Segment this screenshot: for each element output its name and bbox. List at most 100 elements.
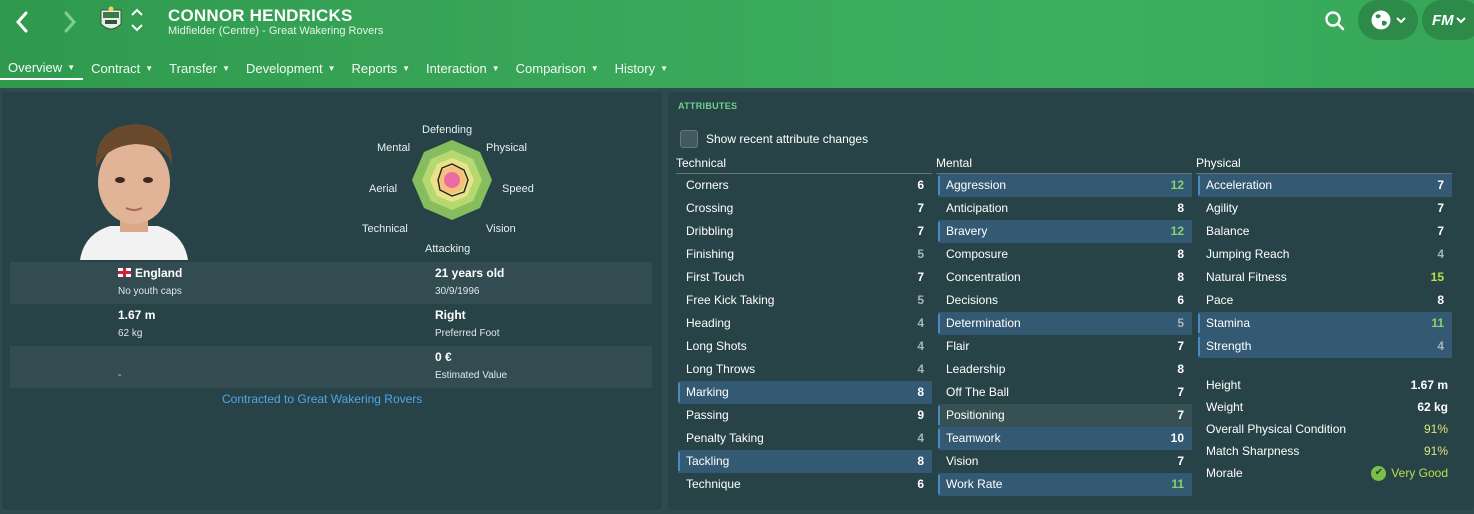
radar-label-speed: Speed <box>502 183 534 195</box>
attribute-row-heading[interactable]: Heading 4 <box>678 312 932 335</box>
attribute-name: Tackling <box>686 454 730 468</box>
attribute-name: Crossing <box>686 201 734 215</box>
attribute-value: 15 <box>1430 270 1444 284</box>
attribute-row-decisions[interactable]: Decisions 6 <box>938 289 1192 312</box>
show-changes-checkbox[interactable] <box>680 130 698 148</box>
attribute-row-tackling[interactable]: Tackling 8 <box>678 450 932 473</box>
attribute-row-corners[interactable]: Corners 6 <box>678 174 932 197</box>
attribute-value: 10 <box>1170 431 1184 445</box>
morale-value[interactable]: ✔ Very Good <box>1371 462 1448 484</box>
attribute-row-determination[interactable]: Determination 5 <box>938 312 1192 335</box>
contract-link[interactable]: Contracted to Great Wakering Rovers <box>222 392 422 406</box>
attribute-row-stamina[interactable]: Stamina 11 <box>1198 312 1452 335</box>
chevron-down-icon: ▼ <box>222 64 231 73</box>
tab-development[interactable]: Development ▼ <box>238 56 344 80</box>
stat-name: Weight <box>1206 400 1244 414</box>
attribute-name: Work Rate <box>946 477 1003 491</box>
attribute-row-off-the-ball[interactable]: Off The Ball 7 <box>938 381 1192 404</box>
tab-contract[interactable]: Contract ▼ <box>83 56 161 80</box>
attribute-row-leadership[interactable]: Leadership 8 <box>938 358 1192 381</box>
tab-reports[interactable]: Reports ▼ <box>344 56 418 80</box>
player-profile-screen: CONNOR HENDRICKS Midfielder (Centre) - G… <box>0 0 1474 514</box>
attribute-name: Concentration <box>946 270 1021 284</box>
chevron-down-icon: ▼ <box>402 64 410 73</box>
search-icon[interactable] <box>1322 8 1348 34</box>
attribute-value: 6 <box>917 178 924 192</box>
crest-switch-icon[interactable] <box>130 6 144 34</box>
attribute-value: 5 <box>917 293 924 307</box>
attribute-row-passing[interactable]: Passing 9 <box>678 404 932 427</box>
stat-value: 62 kg <box>1417 400 1448 414</box>
chevron-down-icon: ▼ <box>660 64 669 73</box>
club-crest-icon[interactable] <box>98 6 124 36</box>
stat-row-morale: Morale ✔ Very Good <box>1198 462 1448 484</box>
attribute-name: Off The Ball <box>946 385 1009 399</box>
attribute-row-agility[interactable]: Agility 7 <box>1198 197 1452 220</box>
tab-transfer[interactable]: Transfer ▼ <box>161 56 238 80</box>
show-changes-toggle[interactable]: Show recent attribute changes <box>680 130 868 148</box>
attribute-row-anticipation[interactable]: Anticipation 8 <box>938 197 1192 220</box>
attribute-row-work-rate[interactable]: Work Rate 11 <box>938 473 1192 496</box>
attribute-value: 8 <box>1177 247 1184 261</box>
attribute-row-first-touch[interactable]: First Touch 7 <box>678 266 932 289</box>
attribute-row-aggression[interactable]: Aggression 12 <box>938 174 1192 197</box>
tab-interaction[interactable]: Interaction ▼ <box>418 56 508 80</box>
attribute-row-strength[interactable]: Strength 4 <box>1198 335 1452 358</box>
info-row-height: 1.67 m 62 kg Right Preferred Foot <box>10 304 652 346</box>
stat-row-match-sharpness: Match Sharpness 91% <box>1198 440 1448 462</box>
attribute-row-teamwork[interactable]: Teamwork 10 <box>938 427 1192 450</box>
stat-name: Morale <box>1206 466 1243 480</box>
attribute-row-pace[interactable]: Pace 8 <box>1198 289 1452 312</box>
attribute-row-balance[interactable]: Balance 7 <box>1198 220 1452 243</box>
attribute-row-crossing[interactable]: Crossing 7 <box>678 197 932 220</box>
tab-history[interactable]: History ▼ <box>607 56 676 80</box>
attribute-row-penalty-taking[interactable]: Penalty Taking 4 <box>678 427 932 450</box>
attribute-row-marking[interactable]: Marking 8 <box>678 381 932 404</box>
attribute-row-concentration[interactable]: Concentration 8 <box>938 266 1192 289</box>
attribute-radar-chart[interactable]: Defending Physical Speed Vision Attackin… <box>352 120 552 260</box>
attribute-value: 7 <box>1437 224 1444 238</box>
tab-overview[interactable]: Overview ▼ <box>0 56 84 80</box>
attribute-row-vision[interactable]: Vision 7 <box>938 450 1192 473</box>
empty-value: - <box>118 370 122 381</box>
mental-heading: Mental <box>936 154 1192 174</box>
attribute-row-natural-fitness[interactable]: Natural Fitness 15 <box>1198 266 1452 289</box>
forward-icon[interactable] <box>56 8 84 36</box>
attribute-name: Balance <box>1206 224 1250 238</box>
fm-menu-button[interactable]: FM <box>1422 0 1474 40</box>
attribute-name: Strength <box>1206 339 1252 353</box>
england-flag-icon <box>118 268 131 278</box>
attribute-name: Finishing <box>686 247 735 261</box>
attribute-row-composure[interactable]: Composure 8 <box>938 243 1192 266</box>
attribute-row-long-shots[interactable]: Long Shots 4 <box>678 335 932 358</box>
attribute-row-technique[interactable]: Technique 6 <box>678 473 932 496</box>
attribute-value: 7 <box>1437 201 1444 215</box>
attribute-row-flair[interactable]: Flair 7 <box>938 335 1192 358</box>
attribute-name: Teamwork <box>946 431 1001 445</box>
tab-label: History <box>614 60 656 76</box>
attribute-row-bravery[interactable]: Bravery 12 <box>938 220 1192 243</box>
attribute-name: Aggression <box>946 178 1007 192</box>
attribute-value: 8 <box>1177 270 1184 284</box>
attribute-name: Agility <box>1206 201 1239 215</box>
attribute-row-dribbling[interactable]: Dribbling 7 <box>678 220 932 243</box>
attribute-value: 4 <box>917 431 924 445</box>
attribute-row-finishing[interactable]: Finishing 5 <box>678 243 932 266</box>
chevron-down-icon <box>1396 17 1406 24</box>
radar-label-technical: Technical <box>362 223 408 235</box>
player-overview-panel: Defending Physical Speed Vision Attackin… <box>2 92 662 510</box>
back-icon[interactable] <box>8 8 36 36</box>
globe-button[interactable] <box>1358 0 1418 40</box>
nationality[interactable]: England <box>118 266 182 280</box>
attribute-name: Technique <box>686 477 741 491</box>
attribute-row-jumping-reach[interactable]: Jumping Reach 4 <box>1198 243 1452 266</box>
info-row-value: - 0 € Estimated Value <box>10 346 652 388</box>
tab-label: Comparison <box>515 60 586 76</box>
tab-comparison[interactable]: Comparison ▼ <box>508 56 607 80</box>
attribute-row-long-throws[interactable]: Long Throws 4 <box>678 358 932 381</box>
attribute-row-acceleration[interactable]: Acceleration 7 <box>1198 174 1452 197</box>
attribute-row-positioning[interactable]: Positioning 7 <box>938 404 1192 427</box>
radar-label-aerial: Aerial <box>369 183 398 195</box>
attribute-row-free-kick-taking[interactable]: Free Kick Taking 5 <box>678 289 932 312</box>
attribute-name: Long Throws <box>686 362 756 376</box>
